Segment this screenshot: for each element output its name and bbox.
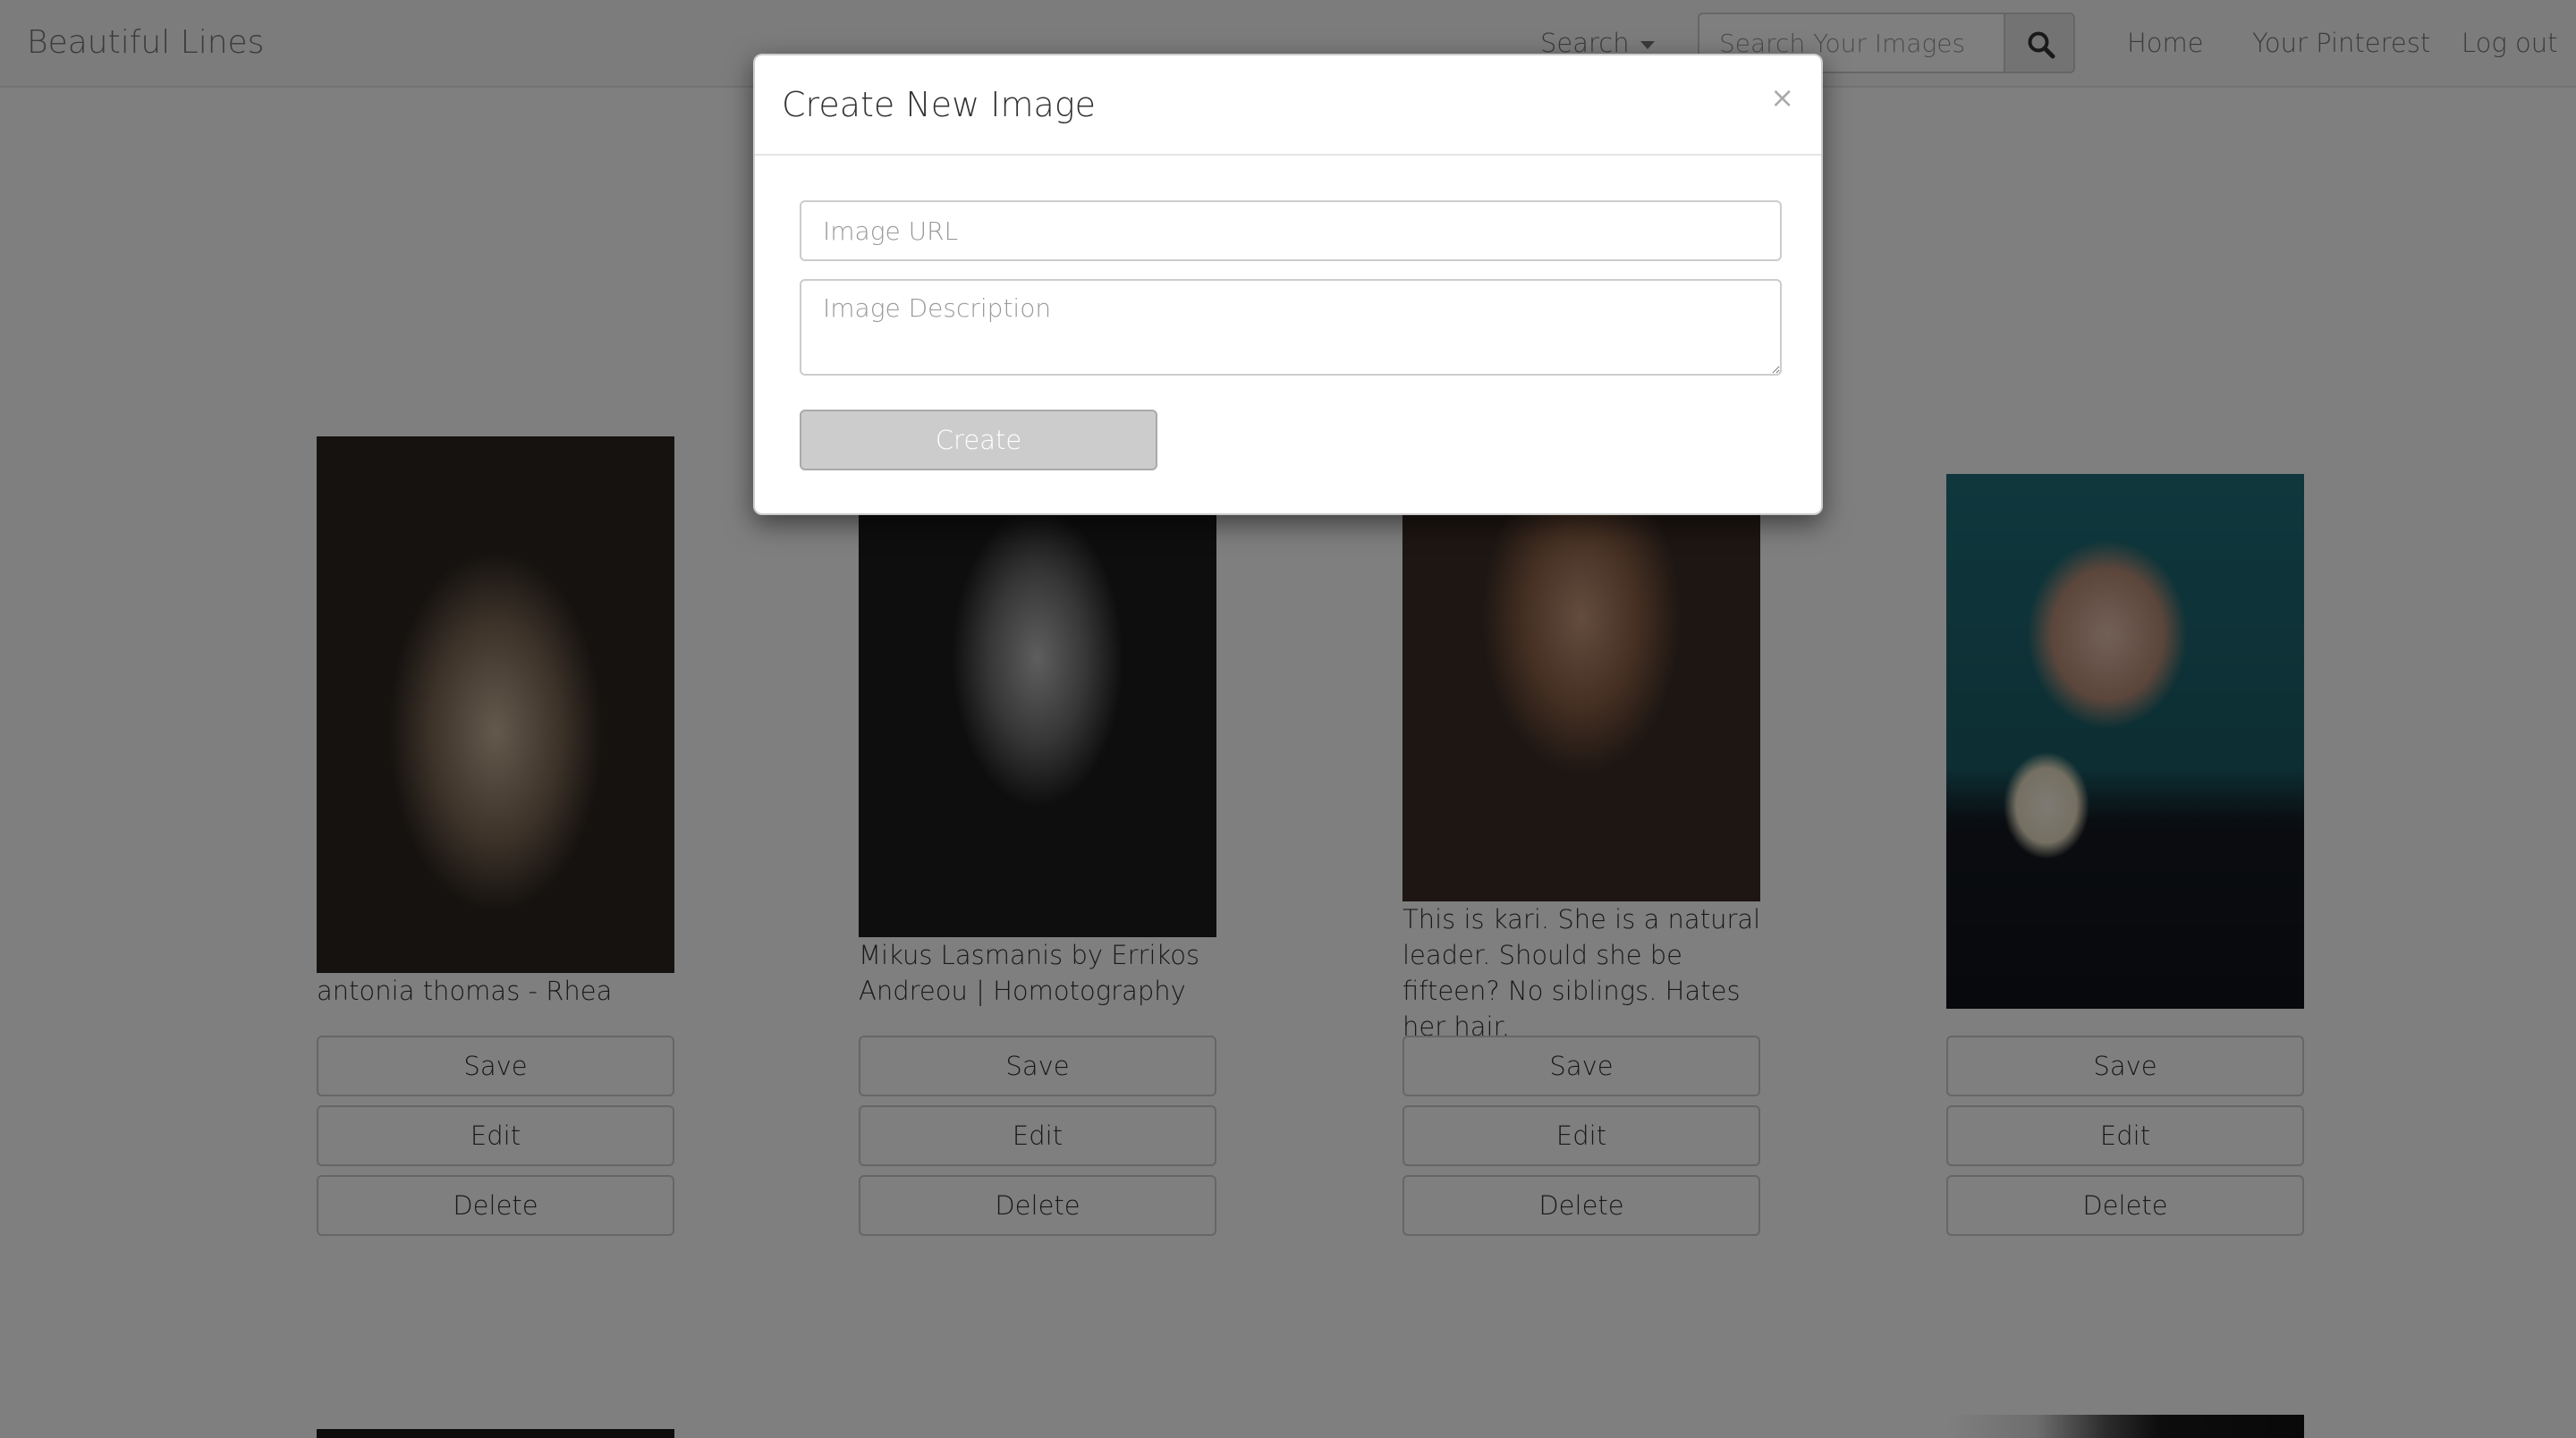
create-button[interactable]: Create: [800, 410, 1157, 470]
image-url-input[interactable]: [800, 200, 1782, 261]
modal-header: Create New Image ×: [755, 55, 1821, 156]
image-description-input[interactable]: [800, 279, 1782, 376]
modal-title: Create New Image: [782, 85, 1096, 124]
create-image-modal: Create New Image × Create: [753, 54, 1823, 515]
close-icon[interactable]: ×: [1770, 80, 1794, 114]
